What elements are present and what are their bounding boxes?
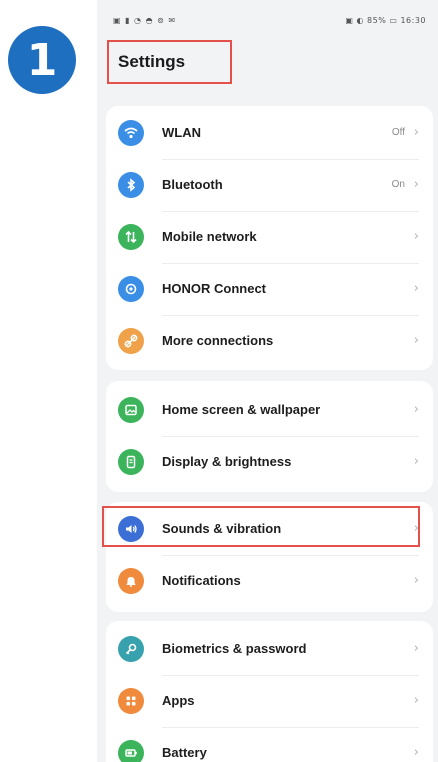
status-bar-right-icons: ▣ ◐ 85% ▭ 16:30 (345, 16, 426, 25)
settings-item-apps[interactable]: Apps › (106, 676, 433, 728)
settings-item-label: Bluetooth (162, 177, 223, 192)
settings-item-notifications[interactable]: Notifications › (106, 556, 433, 608)
wifi-icon (118, 120, 144, 146)
settings-item-more-connections[interactable]: More connections › (106, 316, 433, 368)
settings-item-battery[interactable]: Battery › (106, 728, 433, 762)
chevron-right-icon: › (413, 573, 419, 588)
key-icon (118, 636, 144, 662)
settings-item-label: WLAN (162, 125, 201, 140)
phone-screen: ▣ ▮ ◔ ◓ ⊚ ✉ ▣ ◐ 85% ▭ 16:30 Settings WLA… (97, 0, 438, 762)
settings-item-label: Biometrics & password (162, 641, 307, 656)
display-icon (118, 449, 144, 475)
chevron-right-icon: › (413, 333, 419, 348)
wallpaper-icon (118, 397, 144, 423)
settings-item-mobile-network[interactable]: Mobile network › (106, 212, 433, 264)
chevron-right-icon: › (413, 521, 419, 536)
settings-group-connectivity: WLAN Off › Bluetooth On › Mobile network (106, 106, 433, 370)
honor-connect-icon (118, 276, 144, 302)
settings-item-label: More connections (162, 333, 274, 348)
chevron-right-icon: › (413, 177, 419, 192)
settings-item-label: Home screen & wallpaper (162, 402, 321, 417)
settings-item-display-brightness[interactable]: Display & brightness › (106, 437, 433, 489)
chevron-right-icon: › (413, 229, 419, 244)
chevron-right-icon: › (413, 641, 419, 656)
settings-item-label: Notifications (162, 573, 241, 588)
chevron-right-icon: › (413, 125, 419, 140)
status-bar: ▣ ▮ ◔ ◓ ⊚ ✉ ▣ ◐ 85% ▭ 16:30 (97, 14, 438, 28)
status-bar-left-icons: ▣ ▮ ◔ ◓ ⊚ ✉ (113, 16, 177, 25)
link-icon (118, 328, 144, 354)
screenshot-root: 1 ▣ ▮ ◔ ◓ ⊚ ✉ ▣ ◐ 85% ▭ 16:30 Settings W… (0, 0, 438, 762)
settings-item-bluetooth[interactable]: Bluetooth On › (106, 160, 433, 212)
settings-item-label: HONOR Connect (162, 281, 266, 296)
settings-item-label: Sounds & vibration (162, 521, 282, 536)
settings-group-security: Biometrics & password › Apps › Battery › (106, 621, 433, 762)
step-number-badge: 1 (8, 26, 76, 94)
settings-item-label: Display & brightness (162, 454, 292, 469)
settings-item-sounds-vibration[interactable]: Sounds & vibration › (106, 504, 433, 556)
apps-icon (118, 688, 144, 714)
mobile-network-icon (118, 224, 144, 250)
settings-item-value: Off (391, 127, 405, 138)
settings-group-display: Home screen & wallpaper › Display & brig… (106, 381, 433, 492)
bluetooth-icon (118, 172, 144, 198)
chevron-right-icon: › (413, 454, 419, 469)
settings-item-home-screen-wallpaper[interactable]: Home screen & wallpaper › (106, 385, 433, 437)
bell-icon (118, 568, 144, 594)
page-title: Settings (107, 40, 232, 84)
settings-item-label: Apps (162, 693, 195, 708)
settings-item-label: Battery (162, 745, 207, 760)
settings-group-sound: Sounds & vibration › Notifications › (106, 502, 433, 612)
settings-item-value: On (391, 179, 405, 190)
chevron-right-icon: › (413, 745, 419, 760)
settings-item-honor-connect[interactable]: HONOR Connect › (106, 264, 433, 316)
battery-icon (118, 740, 144, 762)
chevron-right-icon: › (413, 693, 419, 708)
chevron-right-icon: › (413, 402, 419, 417)
chevron-right-icon: › (413, 281, 419, 296)
settings-item-biometrics-password[interactable]: Biometrics & password › (106, 624, 433, 676)
settings-item-wlan[interactable]: WLAN Off › (106, 108, 433, 160)
speaker-icon (118, 516, 144, 542)
settings-item-label: Mobile network (162, 229, 257, 244)
